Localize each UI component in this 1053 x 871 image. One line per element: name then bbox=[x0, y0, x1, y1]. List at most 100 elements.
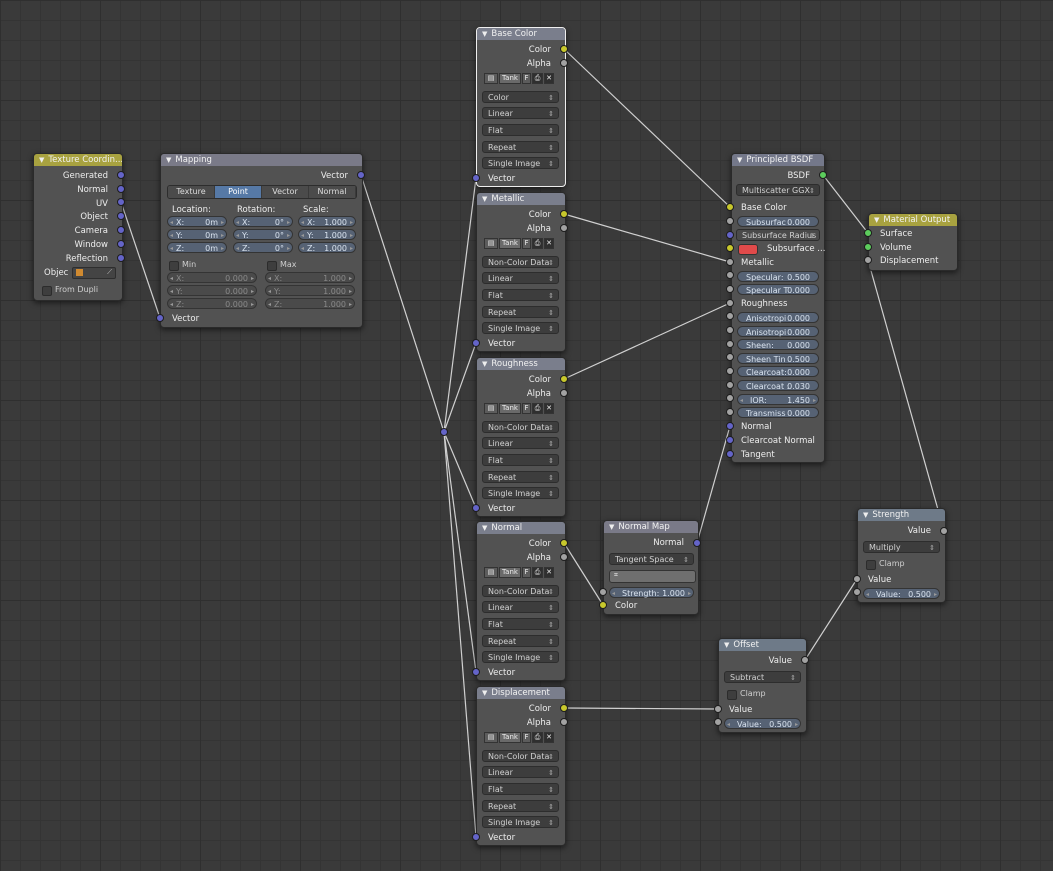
node-header[interactable]: ▼ Material Output bbox=[869, 214, 957, 226]
socket-surface[interactable] bbox=[864, 229, 872, 237]
extension-dropdown[interactable]: Repeat ⇕ bbox=[482, 800, 559, 812]
extension-dropdown[interactable]: Repeat ⇕ bbox=[482, 306, 559, 318]
socket-value-in[interactable] bbox=[853, 575, 861, 583]
max-checkbox[interactable] bbox=[267, 261, 277, 271]
close-icon[interactable]: ✕ bbox=[544, 567, 554, 578]
image-browse-icon[interactable]: ▤ bbox=[484, 73, 498, 84]
specular-field[interactable]: Specular: 0.500 bbox=[737, 271, 819, 282]
collapse-triangle-icon[interactable]: ▼ bbox=[874, 216, 879, 224]
socket-color-out[interactable] bbox=[560, 539, 568, 547]
node-header[interactable]: ▼ Texture Coordin... bbox=[34, 154, 122, 166]
subsurface-color-swatch[interactable] bbox=[738, 244, 758, 255]
node-header[interactable]: ▼ Normal Map bbox=[604, 521, 698, 533]
socket-alpha-out[interactable] bbox=[560, 59, 568, 67]
subsurface-radius-field[interactable]: Subsurface Radius ⇕ bbox=[736, 229, 820, 241]
scale-x-field[interactable]: ◂ X: 1.000 ▸ bbox=[298, 216, 356, 227]
value-field[interactable]: ◂ Value: 0.500 ▸ bbox=[724, 718, 801, 729]
socket-roughness[interactable] bbox=[726, 299, 734, 307]
fake-user-button[interactable]: F bbox=[522, 403, 531, 414]
texture-coordinate-node[interactable]: ▼ Texture Coordin... Generated Normal UV … bbox=[33, 153, 123, 301]
socket-color-out[interactable] bbox=[560, 45, 568, 53]
node-header[interactable]: ▼ Offset bbox=[719, 639, 806, 651]
from-dupli-checkbox[interactable] bbox=[42, 286, 52, 296]
socket-alpha-out[interactable] bbox=[560, 718, 568, 726]
fake-user-button[interactable]: F bbox=[522, 732, 531, 743]
socket-window[interactable] bbox=[117, 240, 125, 248]
socket-vector-in[interactable] bbox=[472, 174, 480, 182]
image-texture-node-normal[interactable]: ▼ Normal Color Alpha ▤ Tank F ⎙ ✕ Non-Color Data ⇕… bbox=[476, 521, 566, 681]
image-texture-node-displacement[interactable]: ▼ Displacement Color Alpha ▤ Tank F ⎙ ✕ Non-Color… bbox=[476, 686, 566, 846]
object-picker[interactable]: ⟋ bbox=[72, 267, 116, 279]
operation-dropdown[interactable]: Multiply ⇕ bbox=[863, 541, 940, 553]
socket-vector-in[interactable] bbox=[156, 314, 164, 322]
socket-strength[interactable] bbox=[599, 588, 607, 596]
image-texture-node-roughness[interactable]: ▼ Roughness Color Alpha ▤ Tank F ⎙ ✕ Non-Color Da… bbox=[476, 357, 566, 517]
anisotropic-rotation-field[interactable]: Anisotropi 0.000 bbox=[737, 326, 819, 337]
reroute-dot[interactable] bbox=[440, 428, 448, 436]
socket-reflection[interactable] bbox=[117, 254, 125, 262]
specular-tint-field[interactable]: Specular T 0.000 bbox=[737, 284, 819, 295]
close-icon[interactable]: ✕ bbox=[544, 238, 554, 249]
socket-sheen[interactable] bbox=[726, 340, 734, 348]
socket-tangent[interactable] bbox=[726, 450, 734, 458]
socket-normal[interactable] bbox=[726, 422, 734, 430]
scale-z-field[interactable]: ◂ Z: 1.000 ▸ bbox=[298, 242, 356, 253]
socket-anisotropic[interactable] bbox=[726, 312, 734, 320]
socket-color-out[interactable] bbox=[560, 704, 568, 712]
socket-alpha-out[interactable] bbox=[560, 389, 568, 397]
min-y-field[interactable]: ◂ Y: 0.000 ▸ bbox=[167, 285, 257, 296]
location-y-field[interactable]: ◂ Y: 0m ▸ bbox=[167, 229, 227, 240]
socket-value2-in[interactable] bbox=[853, 588, 861, 596]
location-z-field[interactable]: ◂ Z: 0m ▸ bbox=[167, 242, 227, 253]
collapse-triangle-icon[interactable]: ▼ bbox=[482, 195, 487, 203]
clamp-checkbox[interactable] bbox=[866, 560, 876, 570]
normal-map-node[interactable]: ▼ Normal Map Normal Tangent Space ⇕ ⌗ ◂ Str… bbox=[603, 520, 699, 615]
socket-bsdf-out[interactable] bbox=[819, 171, 827, 179]
socket-displacement[interactable] bbox=[864, 256, 872, 264]
source-dropdown[interactable]: Single Image ⇕ bbox=[482, 651, 559, 663]
image-name[interactable]: Tank bbox=[499, 732, 521, 743]
socket-transmission[interactable] bbox=[726, 408, 734, 416]
image-texture-node-metallic[interactable]: ▼ Metallic Color Alpha ▤ Tank F ⎙ ✕ Non-Color Dat… bbox=[476, 192, 566, 352]
material-output-node[interactable]: ▼ Material Output Surface Volume Displace… bbox=[868, 213, 958, 271]
color-space-dropdown[interactable]: Color ⇕ bbox=[482, 91, 559, 103]
collapse-triangle-icon[interactable]: ▼ bbox=[166, 156, 171, 164]
socket-color-out[interactable] bbox=[560, 375, 568, 383]
open-image-icon[interactable]: ⎙ bbox=[532, 403, 543, 414]
min-checkbox[interactable] bbox=[169, 261, 179, 271]
rotation-y-field[interactable]: ◂ Y: 0° ▸ bbox=[233, 229, 293, 240]
interpolation-dropdown[interactable]: Linear ⇕ bbox=[482, 107, 559, 119]
uv-map-field[interactable]: ⌗ bbox=[609, 570, 696, 583]
tab-point[interactable]: Point bbox=[215, 186, 262, 198]
image-name[interactable]: Tank bbox=[499, 73, 521, 84]
location-x-field[interactable]: ◂ X: 0m ▸ bbox=[167, 216, 227, 227]
collapse-triangle-icon[interactable]: ▼ bbox=[737, 156, 742, 164]
image-texture-node-base-color[interactable]: ▼ Base Color Color Alpha ▤ Tank F ⎙ ✕ Color ⇕ Linea… bbox=[476, 27, 566, 187]
collapse-triangle-icon[interactable]: ▼ bbox=[863, 511, 868, 519]
socket-color-in[interactable] bbox=[599, 601, 607, 609]
node-header[interactable]: ▼ Metallic bbox=[477, 193, 565, 205]
interpolation-dropdown[interactable]: Linear ⇕ bbox=[482, 437, 559, 449]
open-image-icon[interactable]: ⎙ bbox=[532, 238, 543, 249]
collapse-triangle-icon[interactable]: ▼ bbox=[724, 641, 729, 649]
socket-subsurface-radius[interactable] bbox=[726, 231, 734, 239]
projection-dropdown[interactable]: Flat ⇕ bbox=[482, 124, 559, 136]
socket-ior[interactable] bbox=[726, 394, 734, 402]
strength-math-node[interactable]: ▼ Strength Value Multiply ⇕ Clamp Value ◂ V… bbox=[857, 508, 946, 603]
socket-metallic[interactable] bbox=[726, 258, 734, 266]
node-header[interactable]: ▼ Displacement bbox=[477, 687, 565, 699]
distribution-dropdown[interactable]: Multiscatter GGX ⇕ bbox=[736, 184, 820, 196]
image-selector[interactable]: ▤ Tank F ⎙ ✕ bbox=[484, 567, 554, 578]
collapse-triangle-icon[interactable]: ▼ bbox=[482, 689, 487, 697]
socket-anisotropic-rotation[interactable] bbox=[726, 326, 734, 334]
value-field[interactable]: ◂ Value: 0.500 ▸ bbox=[863, 588, 940, 599]
node-header[interactable]: ▼ Roughness bbox=[477, 358, 565, 370]
image-browse-icon[interactable]: ▤ bbox=[484, 238, 498, 249]
socket-generated[interactable] bbox=[117, 171, 125, 179]
clamp-checkbox[interactable] bbox=[727, 690, 737, 700]
color-space-dropdown[interactable]: Non-Color Data ⇕ bbox=[482, 585, 559, 597]
image-selector[interactable]: ▤ Tank F ⎙ ✕ bbox=[484, 238, 554, 249]
socket-value-out[interactable] bbox=[801, 656, 809, 664]
socket-value2-in[interactable] bbox=[714, 718, 722, 726]
socket-uv[interactable] bbox=[117, 198, 125, 206]
